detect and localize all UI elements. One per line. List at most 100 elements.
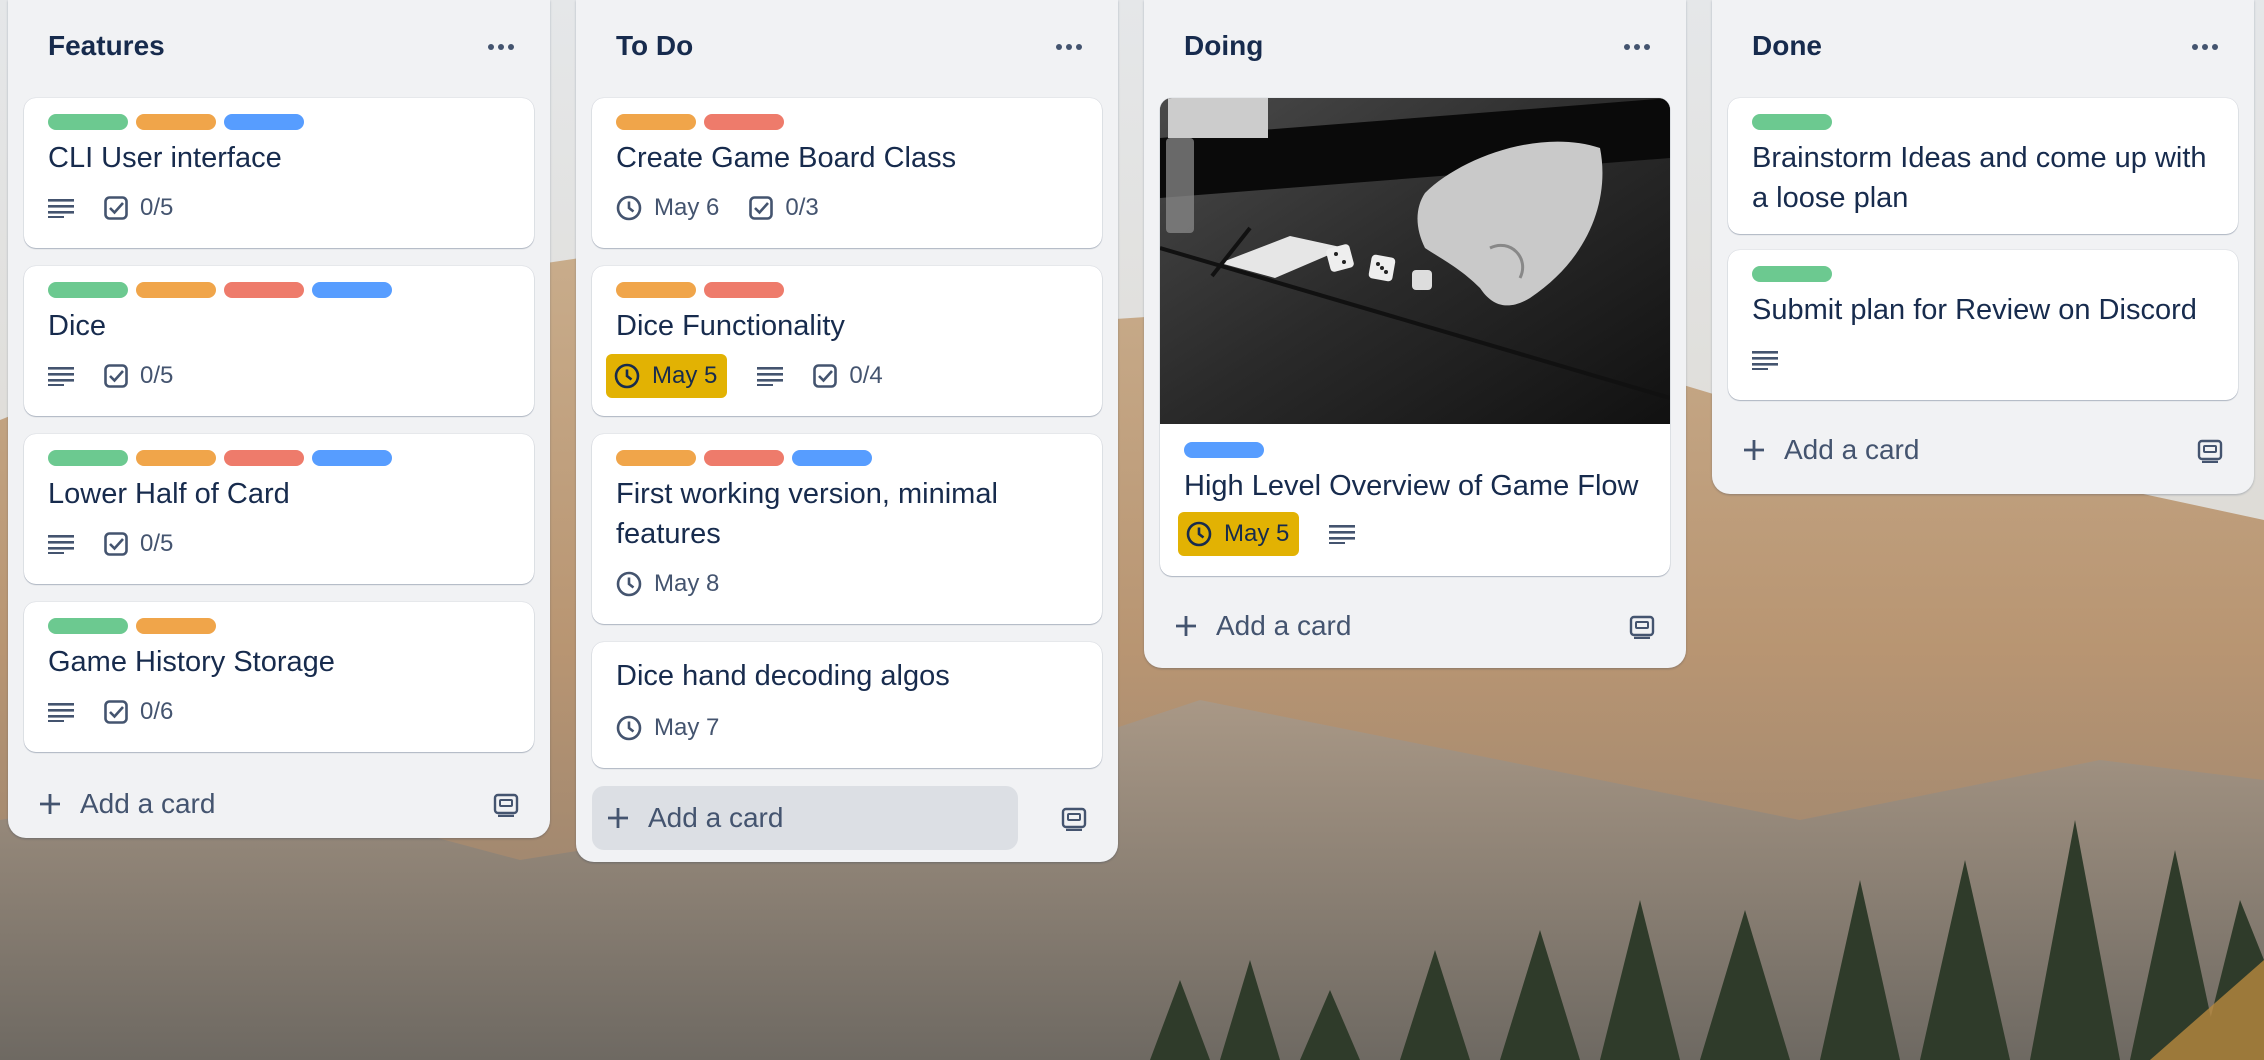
due-date-text: May 5 bbox=[1224, 520, 1290, 547]
add-card-button[interactable]: Add a card bbox=[1728, 418, 1939, 482]
label-red[interactable] bbox=[224, 450, 304, 466]
card-badges: May 8 bbox=[616, 562, 719, 606]
description-badge bbox=[48, 186, 74, 230]
card-labels bbox=[616, 114, 784, 130]
clock-icon bbox=[614, 363, 640, 389]
label-blue[interactable] bbox=[792, 450, 872, 466]
create-from-template-button[interactable] bbox=[484, 782, 528, 826]
checklist-badge: 0/6 bbox=[104, 690, 173, 734]
description-badge bbox=[1329, 512, 1356, 556]
card-high-level-overview[interactable]: High Level Overview of Game Flow May 5 bbox=[1160, 98, 1670, 576]
list-menu-button[interactable] bbox=[478, 24, 524, 70]
label-green[interactable] bbox=[1752, 114, 1832, 130]
card-first-working-version[interactable]: First working version, minimal features … bbox=[592, 434, 1102, 624]
plus-icon bbox=[608, 808, 628, 828]
dice-photo bbox=[1160, 98, 1670, 424]
due-date-badge[interactable]: May 5 bbox=[606, 354, 728, 398]
label-orange[interactable] bbox=[136, 450, 216, 466]
template-icon bbox=[493, 793, 519, 817]
card-dice-hand-decoding-algos[interactable]: Dice hand decoding algos May 7 bbox=[592, 642, 1102, 768]
label-red[interactable] bbox=[224, 282, 304, 298]
add-card-label: Add a card bbox=[80, 788, 216, 819]
label-green[interactable] bbox=[48, 282, 128, 298]
description-icon bbox=[1329, 525, 1356, 544]
create-from-template-button[interactable] bbox=[2188, 428, 2232, 472]
add-card-row: Add a card bbox=[1728, 418, 2238, 482]
add-card-row: Add a card bbox=[1160, 594, 1670, 658]
add-card-row: Add a card bbox=[24, 772, 534, 836]
label-orange[interactable] bbox=[616, 114, 696, 130]
card-game-history-storage[interactable]: Game History Storage 0/6 bbox=[24, 602, 534, 752]
checklist-badge: 0/5 bbox=[104, 354, 173, 398]
label-green[interactable] bbox=[1752, 266, 1832, 282]
card-labels bbox=[1752, 266, 1832, 282]
list-menu-button[interactable] bbox=[1046, 24, 1092, 70]
due-date-badge[interactable]: May 6 bbox=[616, 186, 719, 230]
list-header: Features bbox=[8, 0, 550, 96]
card-lower-half-of-card[interactable]: Lower Half of Card 0/5 bbox=[24, 434, 534, 584]
card-labels bbox=[1184, 442, 1264, 458]
label-green[interactable] bbox=[48, 114, 128, 130]
card-title: Dice bbox=[48, 310, 107, 342]
label-red[interactable] bbox=[704, 282, 784, 298]
list-header: Done bbox=[1712, 0, 2254, 96]
label-blue[interactable] bbox=[312, 282, 392, 298]
label-orange[interactable] bbox=[136, 282, 216, 298]
add-card-label: Add a card bbox=[648, 802, 784, 833]
label-orange[interactable] bbox=[616, 450, 696, 466]
create-from-template-button[interactable] bbox=[1052, 796, 1096, 840]
more-icon bbox=[488, 44, 514, 50]
due-date-badge[interactable]: May 5 bbox=[1178, 512, 1300, 556]
plus-icon bbox=[1176, 616, 1196, 636]
add-card-button[interactable]: Add a card bbox=[24, 772, 235, 836]
add-card-label: Add a card bbox=[1784, 434, 1920, 465]
card-badges: May 5 0/4 bbox=[606, 354, 883, 398]
card-badges: May 5 bbox=[1178, 512, 1356, 556]
list-header: To Do bbox=[576, 0, 1118, 96]
list-title[interactable]: Features bbox=[48, 30, 165, 62]
list-title[interactable]: Doing bbox=[1184, 30, 1263, 62]
card-cli-user-interface[interactable]: CLI User interface 0/5 bbox=[24, 98, 534, 248]
list-menu-button[interactable] bbox=[2182, 24, 2228, 70]
template-icon bbox=[2197, 439, 2223, 463]
card-brainstorm-ideas[interactable]: Brainstorm Ideas and come up with a loos… bbox=[1728, 98, 2238, 234]
label-red[interactable] bbox=[704, 450, 784, 466]
due-date-text: May 6 bbox=[654, 194, 720, 221]
add-card-button[interactable]: Add a card bbox=[592, 786, 1018, 850]
card-create-game-board-class[interactable]: Create Game Board Class May 6 0/3 bbox=[592, 98, 1102, 248]
due-date-badge[interactable]: May 7 bbox=[616, 706, 719, 750]
label-red[interactable] bbox=[704, 114, 784, 130]
due-date-text: May 5 bbox=[652, 362, 718, 389]
description-icon bbox=[757, 367, 784, 386]
label-orange[interactable] bbox=[136, 618, 216, 634]
card-badges: May 6 0/3 bbox=[616, 186, 819, 230]
label-green[interactable] bbox=[48, 450, 128, 466]
card-dice-functionality[interactable]: Dice Functionality May 5 0/4 bbox=[592, 266, 1102, 416]
add-card-button[interactable]: Add a card bbox=[1160, 594, 1371, 658]
description-badge bbox=[48, 522, 74, 566]
template-icon bbox=[1061, 807, 1087, 831]
label-orange[interactable] bbox=[136, 114, 216, 130]
label-blue[interactable] bbox=[1184, 442, 1264, 458]
card-submit-plan-for-review[interactable]: Submit plan for Review on Discord bbox=[1728, 250, 2238, 400]
label-blue[interactable] bbox=[312, 450, 392, 466]
label-orange[interactable] bbox=[616, 282, 696, 298]
description-icon bbox=[48, 535, 74, 554]
list-menu-button[interactable] bbox=[1614, 24, 1660, 70]
card-labels bbox=[48, 282, 392, 298]
card-badges: 0/5 bbox=[48, 354, 173, 398]
checklist-badge: 0/4 bbox=[813, 354, 883, 398]
card-dice[interactable]: Dice 0/5 bbox=[24, 266, 534, 416]
label-blue[interactable] bbox=[224, 114, 304, 130]
due-date-badge[interactable]: May 8 bbox=[616, 562, 719, 606]
checklist-count: 0/6 bbox=[140, 698, 174, 725]
clock-icon bbox=[616, 715, 642, 741]
add-card-row: Add a card bbox=[592, 786, 1102, 850]
checklist-icon bbox=[104, 364, 128, 388]
description-badge bbox=[1752, 338, 1778, 382]
create-from-template-button[interactable] bbox=[1620, 604, 1664, 648]
list-title[interactable]: To Do bbox=[616, 30, 693, 62]
label-green[interactable] bbox=[48, 618, 128, 634]
list-title[interactable]: Done bbox=[1752, 30, 1822, 62]
card-title: Dice Functionality bbox=[616, 310, 845, 342]
